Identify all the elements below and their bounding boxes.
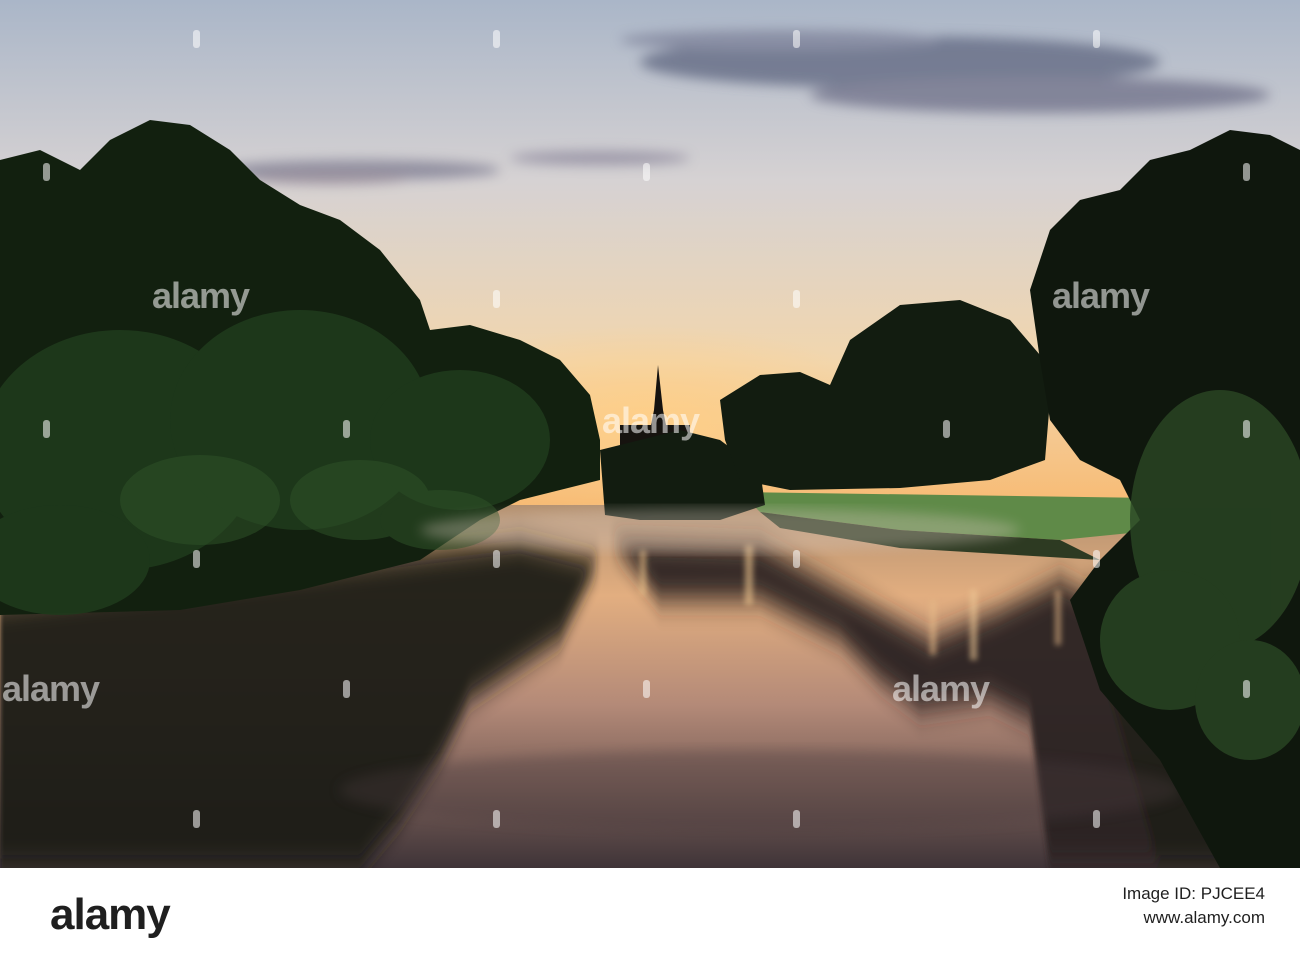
watermark-mark: [493, 290, 500, 308]
watermark-mark: [493, 30, 500, 48]
watermark-mark: [1093, 550, 1100, 568]
watermark-mark: [193, 550, 200, 568]
site-url[interactable]: www.alamy.com: [1015, 908, 1265, 928]
watermark-mark: [343, 680, 350, 698]
watermark-text: alamy: [602, 400, 700, 441]
watermark-mark: [1243, 420, 1250, 438]
watermark-mark: [43, 420, 50, 438]
watermark-mark: [193, 30, 200, 48]
watermark-mark: [1243, 163, 1250, 181]
morning-mist: [420, 508, 1020, 552]
watermark-mark: [793, 30, 800, 48]
watermark-text: alamy: [152, 275, 250, 316]
watermark-text: alamy: [2, 668, 100, 709]
footer-logo: alamy: [50, 890, 171, 939]
watermark-mark: [643, 163, 650, 181]
watermark-mark: [943, 420, 950, 438]
watermark-mark: [1093, 810, 1100, 828]
watermark-mark: [793, 550, 800, 568]
watermark-mark: [493, 810, 500, 828]
footer-info: Image ID: PJCEE4 www.alamy.com: [1015, 884, 1265, 928]
watermark-mark: [343, 420, 350, 438]
footer-bar: alamy Image ID: PJCEE4 www.alamy.com: [0, 868, 1300, 957]
watermark-mark: [193, 810, 200, 828]
watermark-mark: [793, 810, 800, 828]
watermark-mark: [1093, 30, 1100, 48]
watermark-text: alamy: [1052, 275, 1150, 316]
watermark-text: alamy: [892, 668, 990, 709]
watermark-mark: [1243, 680, 1250, 698]
watermark-mark: [643, 680, 650, 698]
image-id: Image ID: PJCEE4: [1122, 884, 1265, 903]
watermark-mark: [493, 550, 500, 568]
watermark-mark: [43, 163, 50, 181]
landscape-photo: alamy alamy alamy alamy alamy: [0, 0, 1300, 868]
watermark-mark: [793, 290, 800, 308]
